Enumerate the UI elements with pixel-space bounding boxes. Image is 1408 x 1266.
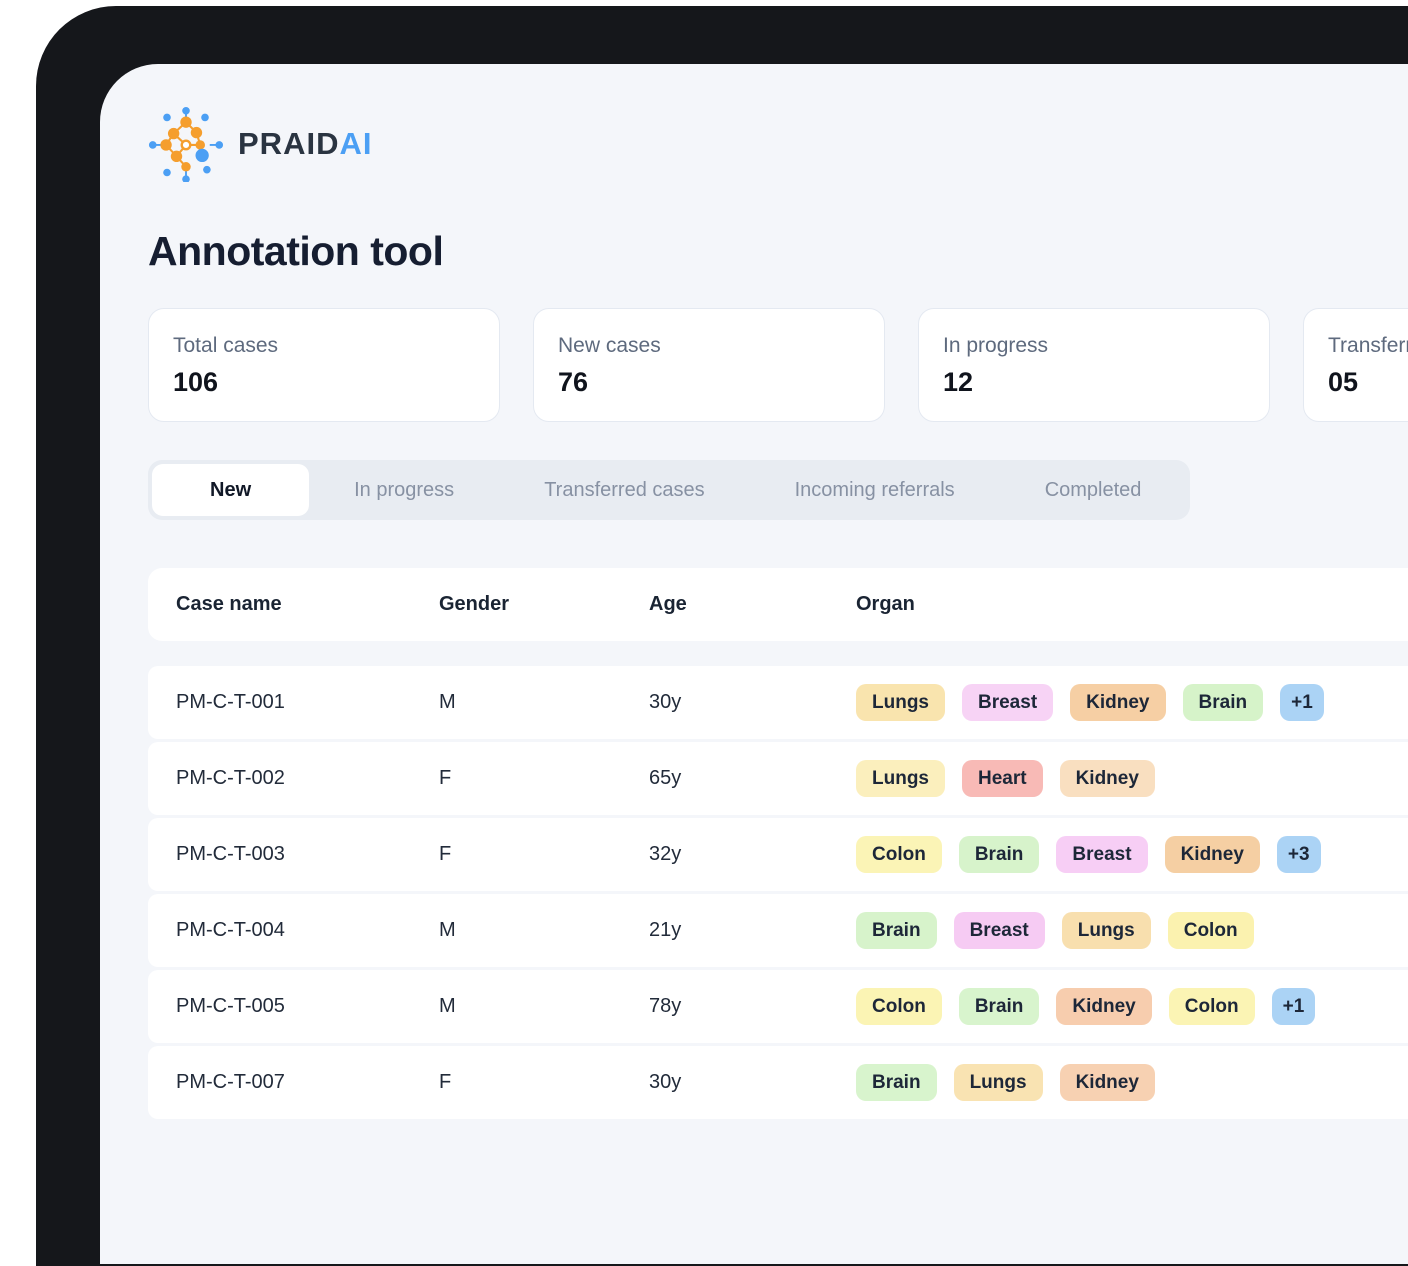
stat-label: New cases [558, 334, 860, 358]
organ-badges: Brain Breast Lungs Colon [856, 912, 1408, 949]
overflow-count-badge: +1 [1272, 988, 1316, 1025]
column-header-gender: Gender [439, 593, 649, 616]
gender-cell: M [439, 691, 649, 714]
case-name-cell: PM-C-T-002 [176, 767, 439, 790]
brand-logo: PRAIDAI [148, 106, 1408, 182]
stat-label: In progress [943, 334, 1245, 358]
organ-badge: Brain [959, 836, 1040, 873]
tabs-bar: New In progress Transferred cases Incomi… [148, 460, 1190, 520]
brand-wordmark: PRAIDAI [238, 126, 372, 162]
case-name-cell: PM-C-T-007 [176, 1071, 439, 1094]
organ-badge: Kidney [1060, 760, 1155, 797]
table-row[interactable]: PM-C-T-005 M 78y Colon Brain Kidney Colon +1 [148, 970, 1408, 1043]
organ-badge: Kidney [1056, 988, 1151, 1025]
table-row[interactable]: PM-C-T-003 F 32y Colon Brain Breast Kidney +… [148, 818, 1408, 891]
organ-badge: Lungs [856, 760, 945, 797]
network-logo-icon [148, 106, 224, 182]
organ-badge: Breast [954, 912, 1045, 949]
case-name-cell: PM-C-T-003 [176, 843, 439, 866]
age-cell: 30y [649, 691, 856, 714]
organ-badge: Lungs [856, 684, 945, 721]
stat-label: Transferred [1328, 334, 1408, 358]
case-name-cell: PM-C-T-004 [176, 919, 439, 942]
organ-badge: Colon [856, 988, 942, 1025]
gender-cell: F [439, 1071, 649, 1094]
organ-badge: Breast [1056, 836, 1147, 873]
organ-badges: Colon Brain Kidney Colon +1 [856, 988, 1408, 1025]
organ-badges: Colon Brain Breast Kidney +3 [856, 836, 1408, 873]
tab-transferred-cases[interactable]: Transferred cases [499, 464, 749, 516]
organ-badges: Brain Lungs Kidney [856, 1064, 1408, 1101]
age-cell: 21y [649, 919, 856, 942]
case-name-cell: PM-C-T-005 [176, 995, 439, 1018]
organ-badge: Kidney [1165, 836, 1260, 873]
column-header-age: Age [649, 593, 856, 616]
stat-value: 106 [173, 367, 475, 398]
table-header: Case name Gender Age Organ [148, 568, 1408, 641]
organ-badges: Lungs Heart Kidney [856, 760, 1408, 797]
gender-cell: M [439, 919, 649, 942]
stat-label: Total cases [173, 334, 475, 358]
organ-badge: Lungs [1062, 912, 1151, 949]
gender-cell: F [439, 767, 649, 790]
age-cell: 78y [649, 995, 856, 1018]
stat-card-in-progress: In progress 12 [918, 308, 1270, 422]
page-title: Annotation tool [148, 228, 1408, 275]
tab-completed[interactable]: Completed [1000, 464, 1187, 516]
stat-value: 05 [1328, 367, 1408, 398]
tab-in-progress[interactable]: In progress [309, 464, 499, 516]
brand-name-primary: PRAID [238, 126, 339, 161]
stat-card-total-cases: Total cases 106 [148, 308, 500, 422]
organ-badges: Lungs Breast Kidney Brain +1 [856, 684, 1408, 721]
organ-badge: Lungs [954, 1064, 1043, 1101]
overflow-count-badge: +1 [1280, 684, 1324, 721]
age-cell: 32y [649, 843, 856, 866]
overflow-count-badge: +3 [1277, 836, 1321, 873]
case-table-body: PM-C-T-001 M 30y Lungs Breast Kidney Brain +… [148, 666, 1408, 1119]
organ-badge: Colon [1169, 988, 1255, 1025]
stat-card-new-cases: New cases 76 [533, 308, 885, 422]
table-row[interactable]: PM-C-T-007 F 30y Brain Lungs Kidney [148, 1046, 1408, 1119]
organ-badge: Heart [962, 760, 1043, 797]
tab-new[interactable]: New [152, 464, 309, 516]
organ-badge: Brain [1183, 684, 1264, 721]
column-header-organ: Organ [856, 593, 1408, 616]
organ-badge: Colon [1168, 912, 1254, 949]
table-row[interactable]: PM-C-T-001 M 30y Lungs Breast Kidney Brain +… [148, 666, 1408, 739]
stat-value: 12 [943, 367, 1245, 398]
gender-cell: F [439, 843, 649, 866]
stats-row: Total cases 106 New cases 76 In progress… [148, 308, 1408, 422]
organ-badge: Kidney [1070, 684, 1165, 721]
organ-badge: Kidney [1060, 1064, 1155, 1101]
gender-cell: M [439, 995, 649, 1018]
age-cell: 65y [649, 767, 856, 790]
brand-name-secondary: AI [339, 126, 372, 161]
column-header-case-name: Case name [176, 593, 439, 616]
case-name-cell: PM-C-T-001 [176, 691, 439, 714]
tab-incoming-referrals[interactable]: Incoming referrals [750, 464, 1000, 516]
stat-value: 76 [558, 367, 860, 398]
table-row[interactable]: PM-C-T-004 M 21y Brain Breast Lungs Colon [148, 894, 1408, 967]
organ-badge: Colon [856, 836, 942, 873]
organ-badge: Brain [856, 912, 937, 949]
app-panel: PRAIDAI Annotation tool Total cases 106 … [100, 64, 1408, 1264]
organ-badge: Brain [959, 988, 1040, 1025]
stat-card-transferred: Transferred 05 [1303, 308, 1408, 422]
organ-badge: Breast [962, 684, 1053, 721]
age-cell: 30y [649, 1071, 856, 1094]
table-row[interactable]: PM-C-T-002 F 65y Lungs Heart Kidney [148, 742, 1408, 815]
organ-badge: Brain [856, 1064, 937, 1101]
